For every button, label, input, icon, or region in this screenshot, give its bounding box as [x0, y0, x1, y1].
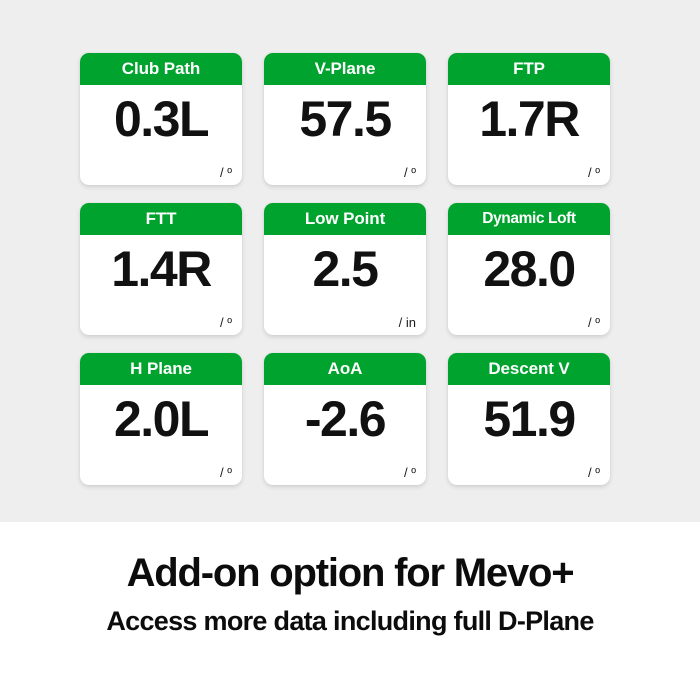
caption-band: Add-on option for Mevo+ Access more data… — [0, 522, 700, 700]
metric-card-header: FTP — [448, 53, 610, 85]
metric-unit: / º — [220, 165, 232, 180]
metric-card-aoa[interactable]: AoA -2.6 / º — [264, 353, 426, 485]
metric-card-body: 1.7R / º — [448, 85, 610, 185]
metric-value: 0.3L — [113, 91, 210, 147]
metrics-panel: Club Path 0.3L / º V-Plane 57.5 / º FTP … — [0, 0, 700, 522]
metric-unit: / º — [220, 465, 232, 480]
metric-unit: / º — [404, 465, 416, 480]
metric-value: 1.7R — [479, 91, 580, 147]
metric-card-header: Dynamic Loft — [448, 203, 610, 235]
metric-unit: / º — [220, 315, 232, 330]
metric-card-header: FTT — [80, 203, 242, 235]
metric-value: 2.0L — [113, 391, 210, 447]
metric-card-descent-v[interactable]: Descent V 51.9 / º — [448, 353, 610, 485]
metric-card-header: Descent V — [448, 353, 610, 385]
metric-card-dynamic-loft[interactable]: Dynamic Loft 28.0 / º — [448, 203, 610, 335]
metric-unit: / º — [588, 165, 600, 180]
metrics-grid: Club Path 0.3L / º V-Plane 57.5 / º FTP … — [80, 53, 610, 485]
metric-unit: / º — [404, 165, 416, 180]
metric-card-low-point[interactable]: Low Point 2.5 / in — [264, 203, 426, 335]
app-root: Club Path 0.3L / º V-Plane 57.5 / º FTP … — [0, 0, 700, 700]
metric-value: 28.0 — [483, 241, 576, 297]
metric-unit: / in — [398, 315, 416, 330]
metric-card-header: Low Point — [264, 203, 426, 235]
metric-card-body: 2.5 / in — [264, 235, 426, 335]
metric-card-header: H Plane — [80, 353, 242, 385]
metric-card-body: 28.0 / º — [448, 235, 610, 335]
metric-card-body: 57.5 / º — [264, 85, 426, 185]
caption-subline: Access more data including full D-Plane — [106, 606, 594, 636]
metric-value: 1.4R — [111, 241, 212, 297]
metric-value: 2.5 — [312, 241, 379, 297]
metric-card-club-path[interactable]: Club Path 0.3L / º — [80, 53, 242, 185]
metric-card-ftp[interactable]: FTP 1.7R / º — [448, 53, 610, 185]
metric-card-v-plane[interactable]: V-Plane 57.5 / º — [264, 53, 426, 185]
caption-headline: Add-on option for Mevo+ — [126, 551, 575, 595]
metric-unit: / º — [588, 465, 600, 480]
metric-card-header: Club Path — [80, 53, 242, 85]
metric-card-body: 2.0L / º — [80, 385, 242, 485]
metric-card-body: 0.3L / º — [80, 85, 242, 185]
metric-value: 51.9 — [483, 391, 576, 447]
metric-card-header: V-Plane — [264, 53, 426, 85]
metric-value: 57.5 — [299, 91, 392, 147]
metric-card-ftt[interactable]: FTT 1.4R / º — [80, 203, 242, 335]
metric-card-body: -2.6 / º — [264, 385, 426, 485]
metric-unit: / º — [588, 315, 600, 330]
metric-card-body: 51.9 / º — [448, 385, 610, 485]
metric-card-header: AoA — [264, 353, 426, 385]
metric-card-h-plane[interactable]: H Plane 2.0L / º — [80, 353, 242, 485]
metric-value: -2.6 — [304, 391, 387, 447]
metric-card-body: 1.4R / º — [80, 235, 242, 335]
